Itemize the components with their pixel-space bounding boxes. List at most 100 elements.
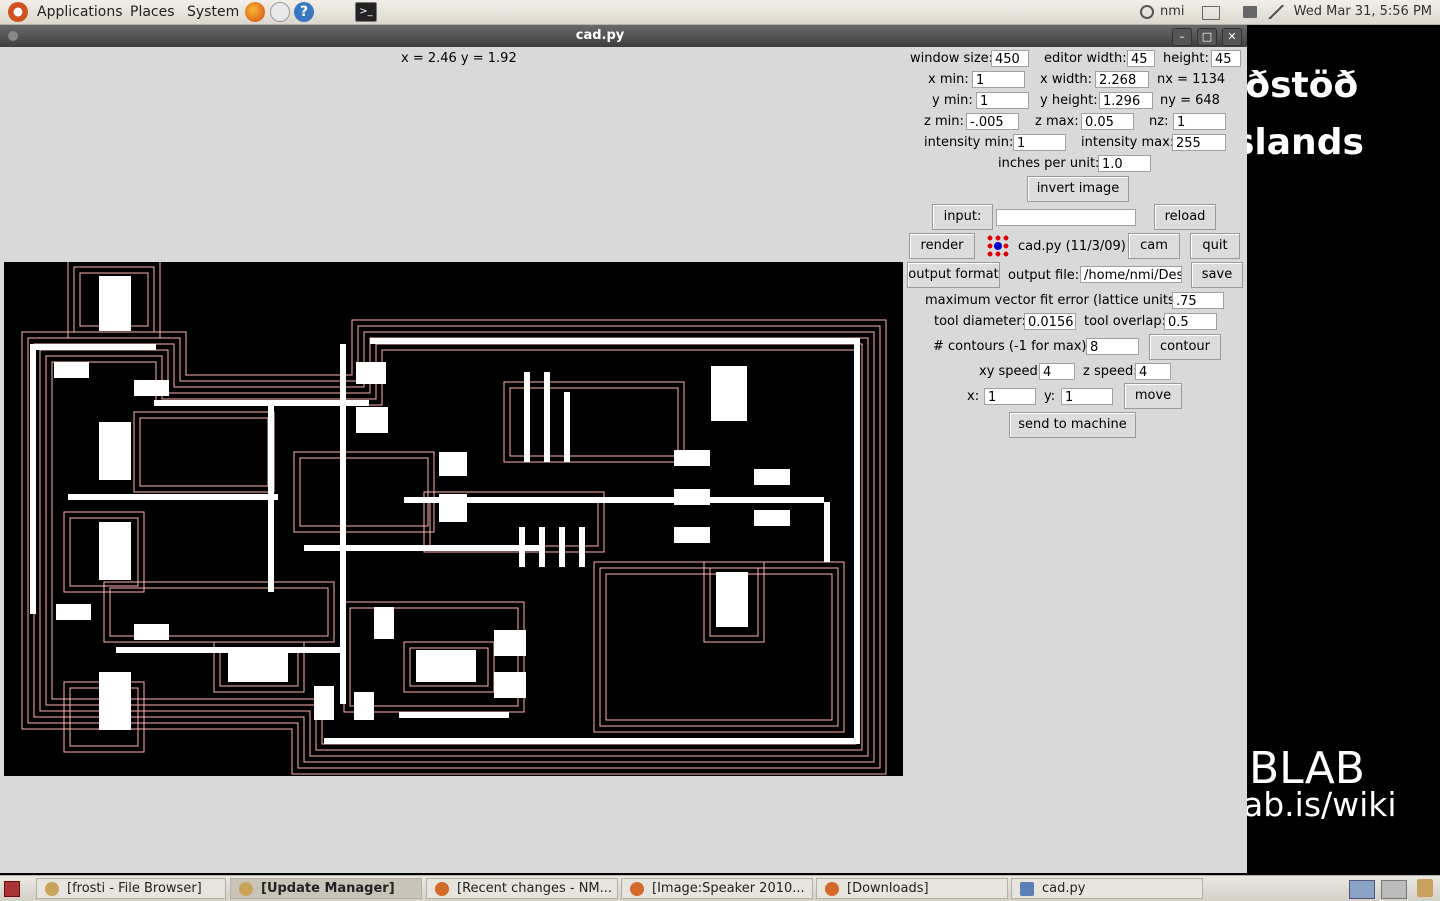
contour-button[interactable]: contour [1149,334,1221,360]
render-button[interactable]: render [909,233,975,259]
reload-button[interactable]: reload [1154,204,1216,230]
taskbar-item-label: [frosti - File Browser] [67,881,202,896]
zmax-field[interactable]: 0.05 [1081,113,1134,130]
close-icon[interactable]: ✕ [1222,28,1242,46]
volume-icon[interactable] [1243,6,1257,18]
firefox-icon [825,882,839,896]
z-speed-field[interactable]: 4 [1135,363,1171,380]
input-button[interactable]: input: [932,204,993,230]
user-name[interactable]: nmi [1160,4,1185,19]
window-icon [1020,882,1034,896]
wallpaper-text: iðstöð [1247,65,1359,106]
output-file-field[interactable]: /home/nmi/Desk [1080,266,1182,283]
top-panel: Applications Places System ? >_ nmi Wed … [0,0,1440,25]
tool-overlap-label: tool overlap: [1084,314,1166,329]
taskbar-item[interactable]: [Update Manager] [230,878,422,899]
bottom-panel: [frosti - File Browser] [Update Manager]… [0,875,1440,901]
taskbar-item-label: [Image:Speaker 2010... [652,881,805,896]
tool-overlap-field[interactable]: 0.5 [1164,313,1217,330]
xy-speed-field[interactable]: 4 [1039,363,1075,380]
trash-icon[interactable] [1417,879,1433,897]
mail-indicator-icon[interactable] [1202,6,1220,20]
send-to-machine-button[interactable]: send to machine [1009,412,1136,438]
terminal-icon[interactable]: >_ [355,2,377,22]
power-icon[interactable] [1140,5,1154,19]
output-format-button[interactable]: output format [907,262,1000,288]
editor-width-field[interactable]: 45 [1127,50,1155,67]
intensity-min-field[interactable]: 1 [1013,134,1066,151]
pcb-toolpath-drawing [21,260,887,775]
zmin-field[interactable]: -.005 [966,113,1019,130]
y-label: y: [1044,389,1056,404]
contours-field[interactable]: 8 [1086,338,1139,355]
nz-field[interactable]: 1 [1173,113,1226,130]
nz-label: nz: [1149,114,1169,129]
window-size-label: window size: [910,51,994,66]
clock[interactable]: Wed Mar 31, 5:56 PM [1294,4,1432,19]
taskbar-item[interactable]: [Downloads] [816,878,1008,899]
taskbar-item[interactable]: [Image:Speaker 2010... [621,878,813,899]
workspace-switcher-2[interactable] [1381,880,1407,899]
move-button[interactable]: move [1124,383,1182,409]
firefox-icon [630,882,644,896]
network-icon[interactable] [1268,5,1284,19]
desktop-wallpaper: iðstöð slands BLAB ab.is/wiki [1247,25,1440,875]
taskbar-item-label: [Update Manager] [261,881,395,896]
ymin-label: y min: [932,93,973,108]
taskbar-item[interactable]: [Recent changes - NM... [426,878,618,899]
editor-width-label: editor width: [1044,51,1127,66]
toolpath-canvas[interactable] [4,260,903,776]
zmin-label: z min: [924,114,964,129]
taskbar-item-label: [Recent changes - NM... [457,881,613,896]
x-label: x: [967,389,980,404]
inches-per-unit-label: inches per unit: [998,156,1100,171]
yheight-field[interactable]: 1.296 [1099,92,1153,109]
taskbar-item[interactable]: [frosti - File Browser] [36,878,226,899]
cursor-coordinates: x = 2.46 y = 1.92 [401,51,517,66]
menu-applications[interactable]: Applications [37,4,123,20]
menu-system[interactable]: System [187,4,239,20]
window-size-field[interactable]: 450 [991,50,1029,67]
max-vector-fit-error-label: maximum vector fit error (lattice units)… [925,293,1185,308]
xwidth-field[interactable]: 2.268 [1095,71,1149,88]
intensity-max-field[interactable]: 255 [1172,134,1226,151]
help-icon[interactable]: ? [294,2,314,22]
xmin-field[interactable]: 1 [972,71,1025,88]
height-label: height: [1163,51,1209,66]
zmax-label: z max: [1035,114,1079,129]
ymin-field[interactable]: 1 [976,92,1029,109]
minimize-icon[interactable]: – [1172,28,1192,46]
xwidth-label: x width: [1040,72,1093,87]
taskbar-item[interactable]: cad.py [1011,878,1203,899]
input-field[interactable] [996,209,1136,226]
quit-button[interactable]: quit [1190,233,1240,259]
x-field[interactable]: 1 [984,388,1036,405]
cad-window: cad.py – □ ✕ x = 2.46 y = 1.92 window si… [0,25,1247,873]
mail-icon[interactable] [270,2,290,22]
taskbar-item-label: cad.py [1042,881,1086,896]
max-vector-fit-error-field[interactable]: .75 [1172,292,1224,309]
save-button[interactable]: save [1191,262,1243,288]
workspace-switcher-1[interactable] [1349,880,1375,899]
update-manager-icon [239,882,253,896]
invert-image-button[interactable]: invert image [1027,176,1129,202]
maximize-icon[interactable]: □ [1197,28,1217,46]
tool-diameter-field[interactable]: 0.0156 [1024,313,1076,330]
z-speed-label: z speed: [1083,364,1138,379]
y-field[interactable]: 1 [1061,388,1113,405]
ny-value: ny = 648 [1160,93,1220,108]
output-file-label: output file: [1008,268,1080,283]
window-title: cad.py [575,28,625,43]
height-field[interactable]: 45 [1211,50,1241,67]
cad-logo-icon [986,234,1010,258]
cam-button[interactable]: cam [1128,233,1180,259]
firefox-icon [435,882,449,896]
contours-label: # contours (-1 for max): [933,339,1091,354]
menu-places[interactable]: Places [130,4,175,20]
show-desktop-icon[interactable] [4,881,20,897]
inches-per-unit-field[interactable]: 1.0 [1098,155,1151,172]
firefox-icon[interactable] [245,2,265,22]
ubuntu-logo-icon[interactable] [8,2,28,22]
nx-value: nx = 1134 [1157,72,1226,87]
title-bar[interactable]: cad.py – □ ✕ [0,25,1247,47]
